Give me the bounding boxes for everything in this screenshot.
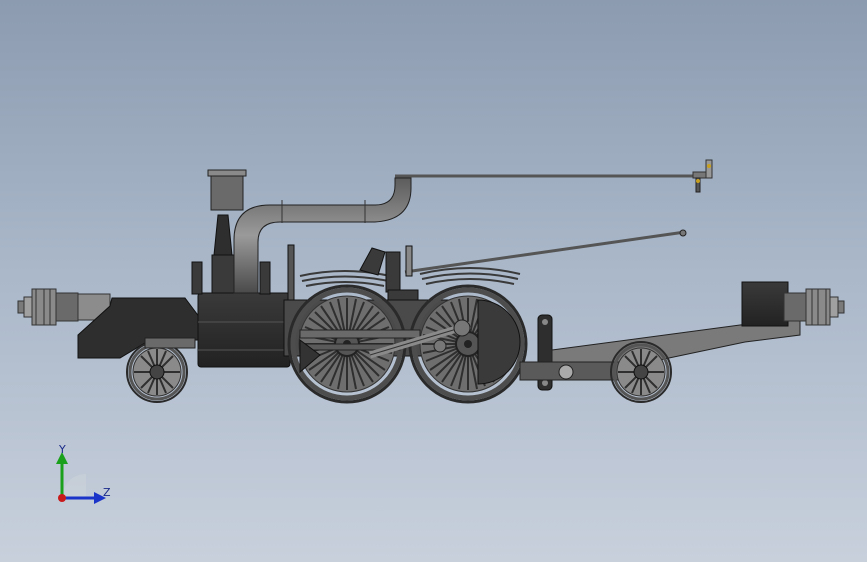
reach-rod-upper[interactable] xyxy=(395,159,713,193)
rear-tank-box[interactable] xyxy=(741,281,789,327)
smoke-box[interactable] xyxy=(197,292,291,368)
y-axis-label: Y xyxy=(59,443,66,456)
pony-truck-frame[interactable] xyxy=(144,337,196,349)
trailing-wheel[interactable] xyxy=(609,340,673,404)
reverser-rod[interactable] xyxy=(404,230,686,274)
pony-wheel-front[interactable] xyxy=(125,340,189,404)
z-axis-label: Z xyxy=(103,486,111,499)
graphics-viewport[interactable]: Y Z xyxy=(0,0,867,562)
rear-buffer-assembly[interactable] xyxy=(783,288,845,326)
origin-dot xyxy=(58,494,66,502)
view-triad[interactable] xyxy=(40,440,120,510)
locomotive-chassis-model[interactable] xyxy=(0,0,867,562)
